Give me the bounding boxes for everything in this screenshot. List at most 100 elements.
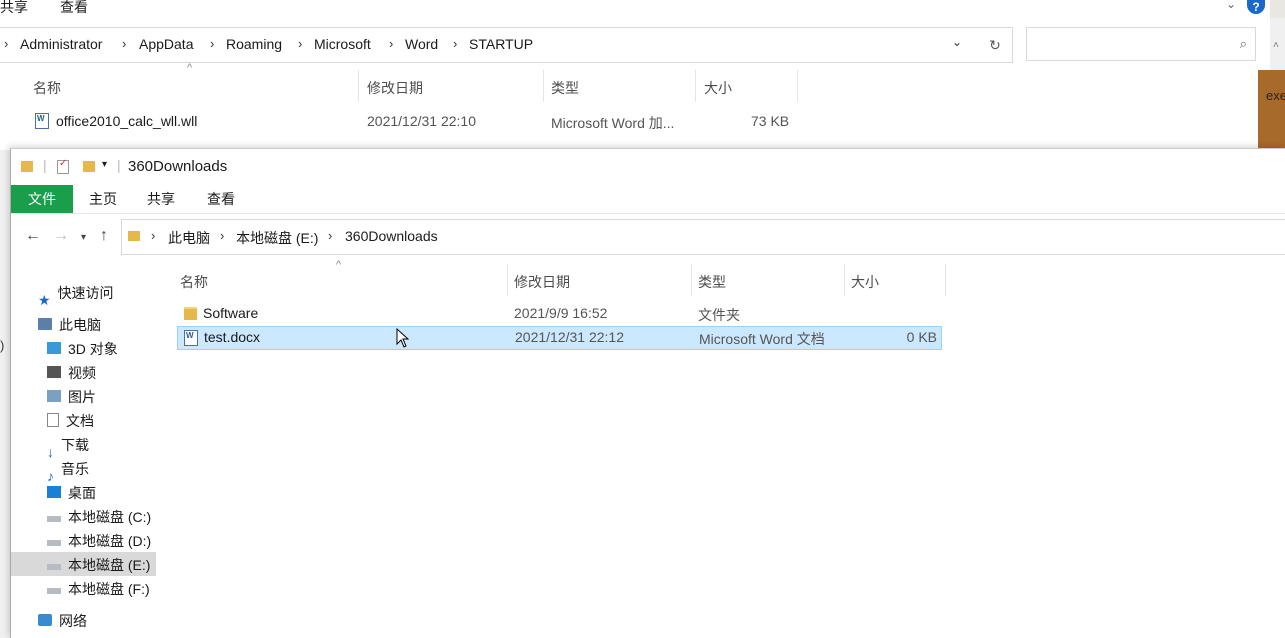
column-header-type[interactable]: 类型 [698,272,726,292]
column-divider[interactable] [844,264,845,296]
back-arrow-icon[interactable]: ← [25,227,41,245]
chevron-right-icon: › [4,36,9,51]
nav-drive-c[interactable]: 本地磁盘 (C:) [47,505,151,529]
breadcrumb-item[interactable]: 此电脑 [168,228,210,248]
column-header-size[interactable]: 大小 [704,78,732,98]
properties-icon[interactable]: ✓ [57,158,69,174]
drive-icon [47,516,61,523]
background-ribbon: 共享 查看 [0,0,1285,18]
drive-icon [47,540,61,547]
forward-arrow-icon[interactable]: → [53,227,69,245]
ribbon-tabs: 文件 主页 共享 查看 [11,185,1285,214]
chevron-right-icon: › [298,36,303,51]
column-header-type[interactable]: 类型 [551,78,579,98]
chevron-right-icon: › [122,36,127,51]
column-divider[interactable] [691,264,692,296]
column-divider[interactable] [358,70,359,102]
column-divider[interactable] [797,70,798,102]
nav-music[interactable]: ♪ 音乐 [47,457,89,484]
search-icon: ⌕ [1239,36,1247,51]
folder-icon [21,161,33,172]
nav-label: 本地磁盘 (F:) [68,581,150,597]
breadcrumb-item[interactable]: Administrator [20,36,102,52]
file-name: office2010_calc_wll.wll [56,113,198,129]
bg-tab-view[interactable]: 查看 [60,0,88,17]
nav-videos[interactable]: 视频 [47,361,96,385]
nav-label: 3D 对象 [68,341,118,357]
separator: | [43,157,47,173]
column-divider[interactable] [507,264,508,296]
background-search-input[interactable]: ⌕ [1026,27,1256,61]
ribbon-collapse-icon[interactable]: ⌄ [1226,0,1236,11]
file-row-selected[interactable]: test.docx 2021/12/31 22:12 Microsoft Wor… [177,326,942,350]
nav-network[interactable]: 网络 [38,609,87,633]
nav-documents[interactable]: 文档 [47,409,94,433]
nav-label: 快速访问 [57,285,114,301]
breadcrumb-item[interactable]: STARTUP [469,36,533,52]
up-arrow-icon[interactable]: ↑ [100,227,108,245]
file-date: 2021/12/31 22:12 [515,329,624,345]
mouse-cursor-icon [396,328,410,348]
nav-label: 此电脑 [59,317,101,333]
sort-up-icon: ^ [336,259,342,271]
tab-home[interactable]: 主页 [73,185,133,213]
column-divider[interactable] [945,264,946,296]
chevron-right-icon: › [210,36,215,51]
nav-label: 下载 [61,437,89,453]
nav-drive-d[interactable]: 本地磁盘 (D:) [47,529,151,553]
file-row[interactable]: Software 2021/9/9 16:52 文件夹 [177,302,942,324]
breadcrumb-item[interactable]: Word [405,36,438,52]
nav-desktop[interactable]: 桌面 [47,481,96,505]
drive-icon [47,564,61,571]
file-type: 文件夹 [698,307,740,323]
tab-view[interactable]: 查看 [191,185,251,213]
nav-label: 桌面 [68,485,96,501]
file-row[interactable]: office2010_calc_wll.wll 2021/12/31 22:10… [34,112,789,132]
column-divider[interactable] [543,70,544,102]
file-date: 2021/12/31 22:10 [367,113,476,129]
separator: | [117,157,121,173]
nav-3d-objects[interactable]: 3D 对象 [47,337,118,361]
refresh-icon[interactable]: ↻ [978,27,1013,63]
breadcrumb-item[interactable]: Roaming [226,36,282,52]
column-divider[interactable] [695,70,696,102]
scroll-up-icon[interactable]: ˄ [1273,40,1279,51]
desktop-label: exe [1266,88,1285,103]
title-bar[interactable]: | ✓ ▾ | 360Downloads [11,149,1285,185]
chevron-right-icon: › [453,36,458,51]
chevron-down-icon[interactable]: ⌄ [952,35,962,49]
quick-access-dropdown-icon[interactable]: ▾ [102,159,107,170]
folder-icon [128,231,140,241]
drive-icon [47,588,61,595]
tab-file[interactable]: 文件 [11,185,73,213]
breadcrumb-item[interactable]: AppData [139,36,193,52]
column-header-date[interactable]: 修改日期 [367,78,423,98]
nav-drive-f[interactable]: 本地磁盘 (F:) [47,577,150,601]
file-name: test.docx [204,329,261,345]
window-title: 360Downloads [128,158,228,175]
bg-tab-share[interactable]: 共享 [0,0,28,17]
address-bar[interactable]: › 此电脑 › 本地磁盘 (E:) › 360Downloads [121,219,1285,255]
column-header-size[interactable]: 大小 [851,272,879,292]
nav-label: 本地磁盘 (C:) [68,509,152,525]
desktop-background [1258,70,1285,148]
nav-pictures[interactable]: 图片 [47,385,96,409]
recent-locations-icon[interactable]: ▾ [81,232,86,243]
nav-this-pc[interactable]: 此电脑 [38,313,101,337]
breadcrumb-item[interactable]: Microsoft [314,36,371,52]
nav-downloads[interactable]: ↓ 下载 [47,433,89,460]
nav-quick-access[interactable]: ★ 快速访问 [38,281,114,308]
breadcrumb-item[interactable]: 360Downloads [345,228,438,244]
column-header-date[interactable]: 修改日期 [514,272,570,292]
network-icon [38,614,52,627]
new-folder-icon[interactable] [83,161,95,172]
picture-icon [47,390,61,403]
tab-share[interactable]: 共享 [131,185,191,213]
column-header-name[interactable]: 名称 [180,272,208,292]
column-header-name[interactable]: 名称 [33,78,61,98]
nav-label: 本地磁盘 (E:) [68,557,151,573]
file-date: 2021/9/9 16:52 [514,305,608,321]
background-address-bar[interactable]: › Administrator › AppData › Roaming › Mi… [0,27,979,63]
nav-drive-e[interactable]: 本地磁盘 (E:) [47,553,150,577]
breadcrumb-item[interactable]: 本地磁盘 (E:) [236,228,318,248]
